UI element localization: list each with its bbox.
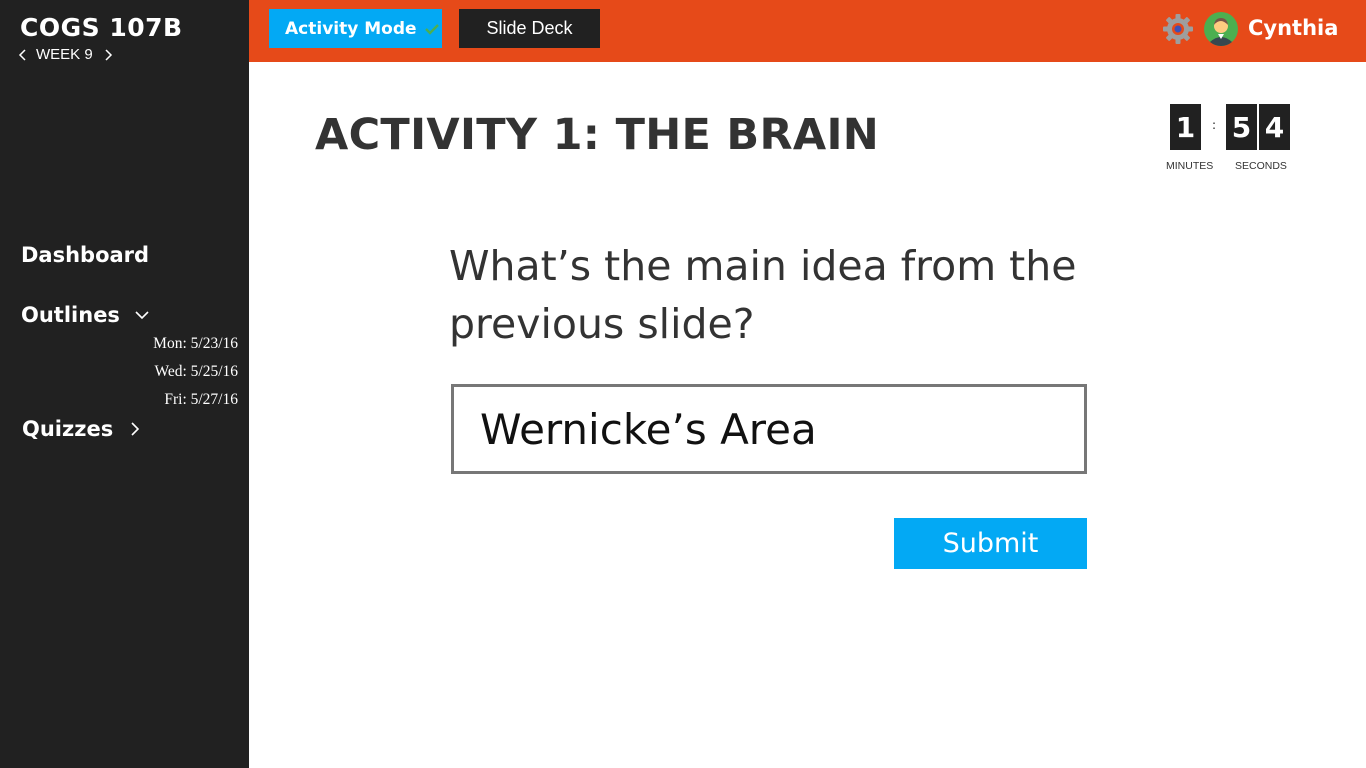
activity-mode-label: Activity Mode [285,18,417,39]
question-text: What’s the main idea from the previous s… [449,242,1077,348]
timer-separator: : [1212,118,1217,132]
user-name[interactable]: Cynthia [1248,16,1338,40]
timer-minutes-digit: 1 [1170,104,1201,150]
activity-mode-button[interactable]: Activity Mode [269,9,442,48]
sidebar-item-outlines[interactable]: Outlines [21,303,150,327]
outline-date-link[interactable]: Fri: 5/27/16 [164,391,238,409]
week-label: WEEK 9 [36,46,93,63]
timer-minutes-label: MINUTES [1166,160,1214,172]
chevron-right-icon[interactable] [101,48,115,62]
sidebar-item-label: Outlines [21,303,120,327]
chevron-down-icon[interactable] [134,307,150,323]
activity-title: ACTIVITY 1: THE BRAIN [315,110,880,160]
timer-seconds-label: SECONDS [1235,160,1287,172]
chevron-left-icon[interactable] [16,48,30,62]
avatar-icon[interactable] [1204,12,1238,46]
sidebar-item-label: Dashboard [21,243,150,267]
sidebar-item-quizzes[interactable]: Quizzes [22,417,143,441]
countdown-timer: 1 : 5 4 MINUTES SECONDS [1160,104,1300,179]
outline-date-link[interactable]: Wed: 5/25/16 [154,363,238,381]
slide-deck-button[interactable]: Slide Deck [459,9,600,48]
outline-date-link[interactable]: Mon: 5/23/16 [153,335,238,353]
checkmark-icon [424,23,439,35]
sidebar-item-dashboard[interactable]: Dashboard [21,243,149,267]
gear-icon[interactable] [1161,12,1195,46]
timer-seconds-tens-digit: 5 [1226,104,1257,150]
sidebar: COGS 107B WEEK 9 Dashboard Outlines Mon:… [0,0,249,768]
sidebar-item-label: Quizzes [22,417,114,441]
timer-seconds-ones-digit: 4 [1259,104,1290,150]
answer-input[interactable] [451,384,1087,474]
top-bar: Activity Mode Slide Deck Cynthia [249,0,1366,62]
week-navigation: WEEK 9 [16,46,115,63]
submit-button[interactable]: Submit [894,518,1087,569]
chevron-right-icon[interactable] [127,421,143,437]
course-title: COGS 107B [20,13,183,42]
